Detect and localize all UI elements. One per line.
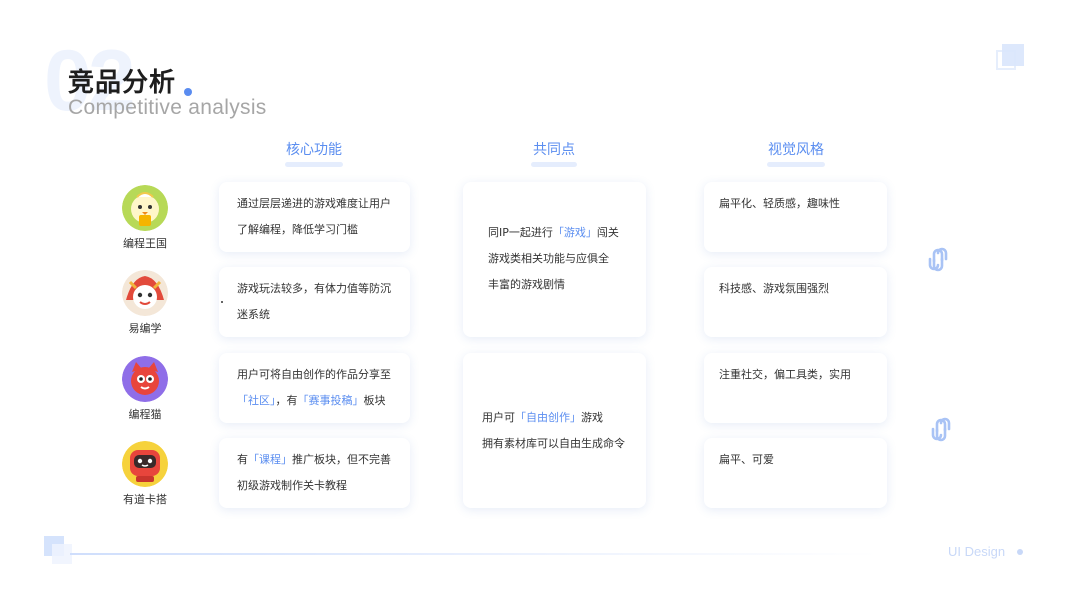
core-card-1: 通过层层递进的游戏难度让用户 了解编程，降低学习门槛	[219, 182, 410, 252]
footer-divider	[70, 553, 880, 555]
app-row-3: 编程猫	[110, 356, 180, 422]
footer-dot-decoration	[1017, 549, 1023, 555]
chick-icon	[122, 185, 168, 231]
common-card-2: 用户可「自由创作」游戏 拥有素材库可以自由生成命令	[463, 353, 646, 508]
core-card-2: 游戏玩法较多，有体力值等防沉 迷系统	[219, 267, 410, 337]
column-underline	[531, 162, 577, 167]
title-dot-decoration	[184, 88, 192, 96]
column-underline	[285, 162, 343, 167]
app-row-1: 编程王国	[110, 185, 180, 251]
card-text: 丰富的游戏剧情	[488, 278, 565, 291]
card-text: 迷系统	[237, 308, 270, 321]
highlight-free-create: 「自由创作」	[515, 411, 581, 424]
highlight-contest: 「赛事投稿」	[297, 394, 364, 407]
card-text-rich: 同IP一起进行「游戏」闯关	[488, 226, 619, 239]
column-header-visual: 视觉风格	[756, 139, 836, 167]
highlight-game: 「游戏」	[552, 226, 597, 239]
visual-card-2: 科技感、游戏氛围强烈	[704, 267, 887, 337]
app-name: 易编学	[128, 322, 162, 335]
app-name: 编程猫	[128, 408, 162, 421]
page-subtitle: Competitive analysis	[68, 96, 267, 119]
column-header-common: 共同点	[514, 139, 594, 167]
cat-icon	[122, 356, 168, 402]
visual-card-4: 扁平、可爱	[704, 438, 887, 508]
card-text: 拥有素材库可以自由生成命令	[482, 437, 625, 450]
corner-squares-decoration	[996, 44, 1026, 74]
robot-icon	[122, 441, 168, 487]
column-header-core-label: 核心功能	[286, 142, 342, 158]
footer-label: UI Design	[948, 544, 1006, 559]
column-header-visual-label: 视觉风格	[768, 142, 824, 158]
page-title: 竞品分析	[68, 68, 177, 98]
link-icon	[928, 414, 954, 444]
core-card-3: 用户可将自由创作的作品分享至 「社区」，有「赛事投稿」板块	[219, 353, 410, 423]
card-text-rich: 用户可「自由创作」游戏	[482, 411, 603, 424]
card-text: 游戏玩法较多，有体力值等防沉	[237, 282, 391, 295]
core-card-4: 有「课程」推广板块，但不完善 初级游戏制作关卡教程	[219, 438, 410, 508]
card-text: 科技感、游戏氛围强烈	[719, 282, 829, 295]
column-header-common-label: 共同点	[533, 142, 575, 158]
card-text-rich: 有「课程」推广板块，但不完善	[237, 453, 391, 466]
card-text: 初级游戏制作关卡教程	[237, 479, 347, 492]
app-row-4: 有道卡搭	[110, 441, 180, 507]
card-text-rich: 「社区」，有「赛事投稿」板块	[237, 394, 386, 407]
card-text: 扁平化、轻质感，趣味性	[719, 197, 840, 210]
highlight-course: 「课程」	[248, 453, 292, 466]
footer-square-decoration	[52, 544, 72, 564]
link-icon	[925, 244, 951, 274]
highlight-community: 「社区」	[237, 394, 276, 407]
visual-card-1: 扁平化、轻质感，趣味性	[704, 182, 887, 252]
stray-dot	[221, 301, 223, 303]
card-text: 注重社交，偏工具类，实用	[719, 368, 851, 381]
app-name: 编程王国	[123, 237, 167, 250]
card-text: 用户可将自由创作的作品分享至	[237, 368, 391, 381]
column-underline	[767, 162, 825, 167]
card-text: 了解编程，降低学习门槛	[237, 223, 358, 236]
card-text: 游戏类相关功能与应俱全	[488, 252, 609, 265]
app-name: 有道卡搭	[123, 493, 167, 506]
card-text: 扁平、可爱	[719, 453, 774, 466]
character-icon	[122, 270, 168, 316]
common-card-1: 同IP一起进行「游戏」闯关 游戏类相关功能与应俱全 丰富的游戏剧情	[463, 182, 646, 337]
app-row-2: 易编学	[110, 270, 180, 336]
visual-card-3: 注重社交，偏工具类，实用	[704, 353, 887, 423]
column-header-core: 核心功能	[274, 139, 354, 167]
card-text: 通过层层递进的游戏难度让用户	[237, 197, 391, 210]
